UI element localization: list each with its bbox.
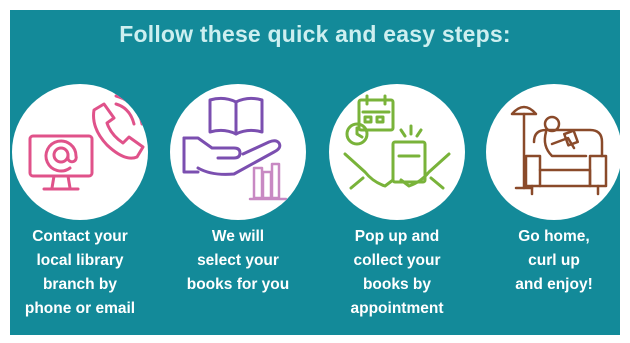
step-3-caption: Pop up and collect your books by appoint… (350, 228, 444, 317)
steps-banner: Follow these quick and easy steps: Conta… (10, 10, 622, 335)
step-3-circle (329, 84, 465, 220)
reading-on-sofa-icon (510, 105, 608, 196)
step-2-caption: We will select your books for you (186, 228, 290, 293)
step-4-circle (486, 84, 622, 220)
step-4-caption: Go home, curl up and enjoy! (515, 228, 593, 293)
step-1-caption: Contact your local library branch by pho… (24, 228, 136, 317)
hand-with-books-icon (182, 96, 288, 201)
page-title: Follow these quick and easy steps: (119, 21, 511, 47)
book-pickup-calendar-icon (343, 94, 451, 190)
phone-and-email-icon (28, 94, 145, 191)
step-1-circle (12, 84, 148, 220)
step-2-circle (170, 84, 306, 220)
